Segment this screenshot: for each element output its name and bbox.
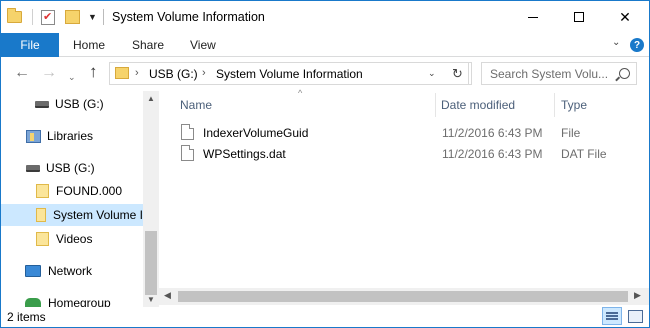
breadcrumb-usb-drive[interactable]: USB (G:) xyxy=(149,67,198,81)
tree-item-network[interactable]: Network xyxy=(1,260,143,282)
details-view-button[interactable] xyxy=(602,307,622,325)
help-icon[interactable]: ? xyxy=(630,38,644,52)
recent-locations-dropdown-icon[interactable]: ⌄ xyxy=(68,69,76,85)
file-icon xyxy=(181,124,194,140)
maximize-icon xyxy=(574,12,584,22)
tree-item-libraries[interactable]: Libraries xyxy=(1,125,143,147)
address-bar[interactable]: › USB (G:) › System Volume Information xyxy=(109,62,472,85)
tab-home[interactable]: Home xyxy=(73,38,105,52)
file-date-modified: 11/2/2016 6:43 PM xyxy=(442,126,543,140)
new-folder-button[interactable] xyxy=(65,10,80,24)
scroll-left-icon[interactable]: ◀ xyxy=(164,290,171,301)
tab-view[interactable]: View xyxy=(190,38,216,52)
title-bar: ▼ System Volume Information ✕ xyxy=(1,1,649,33)
up-arrow-icon[interactable]: ↑ xyxy=(89,63,98,80)
close-button[interactable]: ✕ xyxy=(602,1,648,33)
tree-item-usb-drive[interactable]: USB (G:) xyxy=(1,93,143,115)
folder-icon xyxy=(115,67,129,79)
tree-item-label: FOUND.000 xyxy=(56,184,123,198)
tab-share[interactable]: Share xyxy=(132,38,164,52)
libraries-icon xyxy=(26,129,41,143)
navigation-pane-scrollbar[interactable]: ▲ ▼ xyxy=(143,91,159,309)
quick-access-toolbar: ▼ xyxy=(7,8,111,26)
tree-item-usb-drive[interactable]: USB (G:) xyxy=(1,157,143,179)
close-icon: ✕ xyxy=(619,8,631,25)
scrollbar-thumb[interactable] xyxy=(145,231,157,295)
file-name: IndexerVolumeGuid xyxy=(203,126,309,140)
scroll-right-icon[interactable]: ▶ xyxy=(634,290,641,301)
drive-icon xyxy=(35,100,49,108)
tree-item-label: USB (G:) xyxy=(46,161,95,175)
expand-ribbon-icon[interactable]: ⌄ xyxy=(612,37,620,48)
folder-icon xyxy=(36,208,46,222)
file-row[interactable]: WPSettings.dat 11/2/2016 6:43 PM DAT Fil… xyxy=(159,144,649,165)
tab-file[interactable]: File xyxy=(1,33,59,57)
properties-button[interactable] xyxy=(41,9,55,25)
forward-arrow-icon[interactable]: → xyxy=(41,65,57,81)
drive-icon xyxy=(26,164,40,172)
tree-item-videos[interactable]: Videos xyxy=(1,228,143,250)
breadcrumb-current-folder[interactable]: System Volume Information xyxy=(216,67,363,81)
column-divider[interactable] xyxy=(554,93,555,117)
maximize-button[interactable] xyxy=(556,1,602,33)
tree-item-label: System Volume I xyxy=(52,208,143,222)
ribbon-tabs: File Home Share View ⌄ ? xyxy=(1,33,649,57)
scroll-down-icon[interactable]: ▼ xyxy=(147,295,155,304)
minimize-icon xyxy=(528,16,538,18)
column-divider[interactable] xyxy=(435,93,436,117)
address-dropdown-icon[interactable]: ⌄ xyxy=(428,68,436,79)
toolbar-separator xyxy=(102,9,104,25)
search-icon xyxy=(619,68,630,79)
tree-item-label: Network xyxy=(48,264,93,278)
item-count: 2 items xyxy=(7,310,46,324)
breadcrumb-chevron-icon[interactable]: › xyxy=(135,67,139,79)
search-box[interactable]: Search System Volu... xyxy=(481,62,637,85)
folder-icon xyxy=(36,184,49,198)
customize-toolbar-dropdown-icon[interactable]: ▼ xyxy=(88,12,97,22)
explorer-window: ▼ System Volume Information ✕ File Home … xyxy=(0,0,650,328)
navigation-pane: USB (G:) Libraries USB (G:) FOUND.000 Sy… xyxy=(1,91,159,309)
refresh-icon: ↻ xyxy=(452,65,463,81)
folder-icon xyxy=(36,232,49,246)
breadcrumb-chevron-icon[interactable]: › xyxy=(202,67,206,79)
file-list: ^ Name Date modified Type IndexerVolumeG… xyxy=(159,88,649,309)
toolbar-separator xyxy=(32,9,33,25)
minimize-button[interactable] xyxy=(510,1,556,33)
scrollbar-thumb[interactable] xyxy=(178,291,628,302)
tree-item-label: Videos xyxy=(56,232,93,246)
folder-icon xyxy=(7,8,22,23)
file-type: DAT File xyxy=(561,147,607,161)
file-date-modified: 11/2/2016 6:43 PM xyxy=(442,147,543,161)
network-icon xyxy=(25,265,41,277)
search-input[interactable]: Search System Volu... xyxy=(490,67,610,81)
sort-ascending-icon: ^ xyxy=(298,88,303,98)
back-arrow-icon[interactable]: ← xyxy=(14,65,30,81)
large-icons-view-button[interactable] xyxy=(625,307,645,325)
status-bar: 2 items xyxy=(1,307,649,327)
navigation-bar: ← → ⌄ ↑ › USB (G:) › System Volume Infor… xyxy=(1,57,649,91)
file-type: File xyxy=(561,126,581,140)
horizontal-scrollbar[interactable]: ◀ ▶ xyxy=(159,288,649,305)
file-icon xyxy=(181,145,194,161)
column-header-name[interactable]: Name xyxy=(180,98,212,112)
tree-item-label: USB (G:) xyxy=(55,97,104,111)
file-row[interactable]: IndexerVolumeGuid 11/2/2016 6:43 PM File xyxy=(159,123,649,144)
tree-item-label: Libraries xyxy=(47,129,94,143)
tree-item-found-000[interactable]: FOUND.000 xyxy=(1,180,143,202)
column-header-date-modified[interactable]: Date modified xyxy=(441,98,515,112)
window-title: System Volume Information xyxy=(112,10,265,24)
scroll-up-icon[interactable]: ▲ xyxy=(147,94,155,103)
column-header-type[interactable]: Type xyxy=(561,98,587,112)
file-name: WPSettings.dat xyxy=(203,147,286,161)
tree-item-system-volume-information[interactable]: System Volume I xyxy=(1,204,143,226)
refresh-button[interactable]: ↻ xyxy=(447,62,469,85)
